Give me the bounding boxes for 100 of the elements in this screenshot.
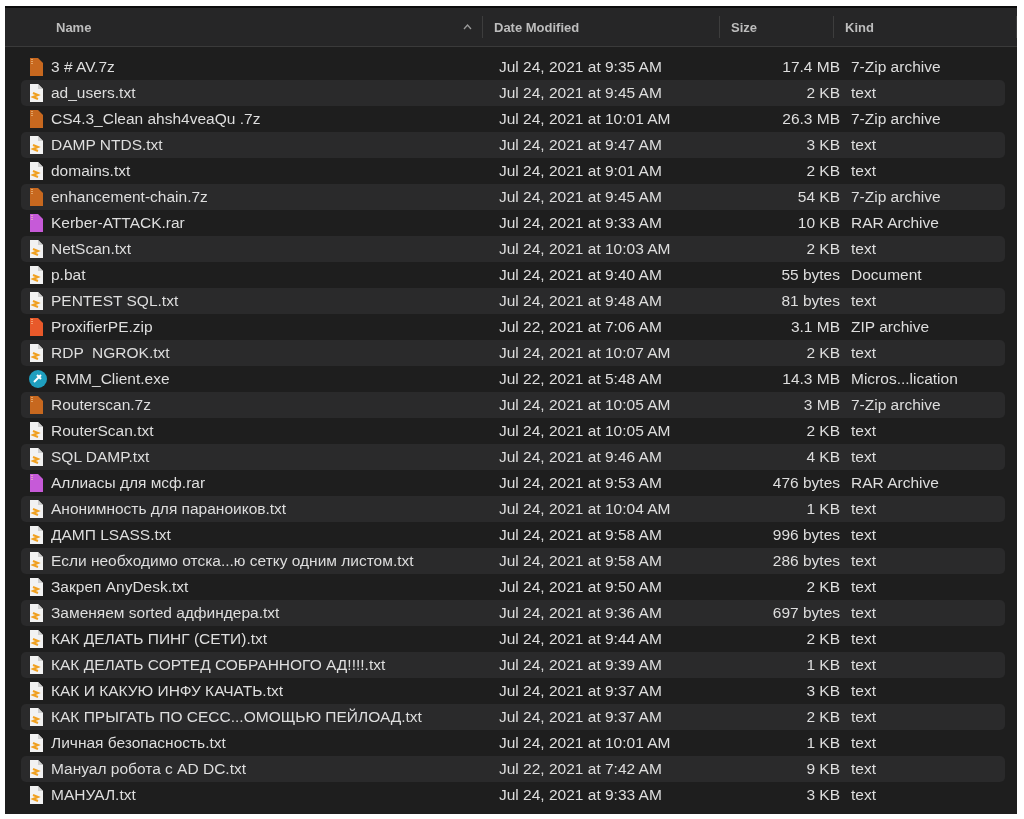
file-size: 1 KB: [805, 656, 841, 674]
text-file-icon: [29, 240, 43, 258]
file-name: Заменяем sorted адфиндера.txt: [51, 604, 280, 622]
date-modified: Jul 24, 2021 at 10:03 AM: [499, 240, 671, 257]
file-row[interactable]: Kerber-ATTACK.rar Jul 24, 2021 at 9:33 AM 10 KB RAR Archive: [21, 210, 1005, 236]
date-modified: Jul 24, 2021 at 9:33 AM: [499, 214, 662, 231]
file-name: Аллиасы для мсф.rar: [51, 474, 206, 492]
file-row[interactable]: enhancement-chain.7z Jul 24, 2021 at 9:45 AM 54 KB 7-Zip archive: [21, 184, 1005, 210]
file-name: p.bat: [51, 266, 86, 284]
file-row[interactable]: PENTEST SQL.txt Jul 24, 2021 at 9:48 AM 81 bytes text: [21, 288, 1005, 314]
file-size: 476 bytes: [771, 474, 841, 492]
date-modified: Jul 24, 2021 at 9:40 AM: [499, 266, 662, 283]
file-row[interactable]: КАК И КАКУЮ ИНФУ КАЧАТЬ.txt Jul 24, 2021 at 9:37 AM 3 KB text: [21, 678, 1005, 704]
file-row[interactable]: Мануал робота с AD DC.txt Jul 22, 2021 at 7:42 AM 9 KB text: [21, 756, 1005, 782]
file-size: 1 KB: [805, 734, 841, 752]
file-row[interactable]: ДАМП LSASS.txt Jul 24, 2021 at 9:58 AM 996 bytes text: [21, 522, 1005, 548]
archive-file-icon: [29, 188, 43, 206]
text-file-icon: [29, 266, 43, 284]
file-kind: text: [850, 786, 876, 803]
date-modified: Jul 24, 2021 at 10:01 AM: [499, 734, 671, 751]
file-size: 2 KB: [805, 240, 841, 258]
column-header[interactable]: Date Modified: [494, 19, 580, 35]
file-row[interactable]: Анонимность для параноиков.txt Jul 24, 2021 at 10:04 AM 1 KB text: [21, 496, 1005, 522]
column-header[interactable]: Name: [56, 19, 92, 35]
date-modified: Jul 24, 2021 at 9:58 AM: [499, 552, 662, 569]
column-header[interactable]: Size: [731, 19, 757, 35]
file-kind: text: [850, 630, 876, 647]
file-size: 81 bytes: [780, 292, 841, 310]
file-name: enhancement-chain.7z: [51, 188, 208, 206]
file-row[interactable]: DAMP NTDS.txt Jul 24, 2021 at 9:47 AM 3 KB text: [21, 132, 1005, 158]
archive-file-icon: [29, 214, 43, 232]
file-name: RMM_Client.exe: [55, 370, 170, 388]
file-row[interactable]: КАК ДЕЛАТЬ СОРТЕД СОБРАННОГО АД!!!!.txt Jul 24, 2021 at 9:39 AM 1 KB text: [21, 652, 1005, 678]
file-name: ProxifierPE.zip: [51, 318, 153, 336]
file-row[interactable]: RDP NGROK.txt Jul 24, 2021 at 10:07 AM 2 KB text: [21, 340, 1005, 366]
file-row[interactable]: Закреп AnyDesk.txt Jul 24, 2021 at 9:50 AM 2 KB text: [21, 574, 1005, 600]
file-size: 14.3 MB: [781, 370, 841, 388]
file-size: 996 bytes: [771, 526, 841, 544]
file-size: 3 MB: [802, 396, 841, 414]
text-file-icon: [29, 656, 43, 674]
file-size: 17.4 MB: [781, 58, 841, 76]
file-name: ДАМП LSASS.txt: [51, 526, 171, 544]
file-row[interactable]: КАК ПРЫГАТЬ ПО СЕСС...ОМОЩЬЮ ПЕЙЛОАД.txt Jul 24, 2021 at 9:37 AM 2 KB text: [21, 704, 1005, 730]
archive-file-icon: [29, 396, 43, 414]
file-row[interactable]: p.bat Jul 24, 2021 at 9:40 AM 55 bytes Document: [21, 262, 1005, 288]
file-size: 55 bytes: [780, 266, 841, 284]
text-file-icon: [29, 526, 43, 544]
file-size: 2 KB: [805, 84, 841, 102]
file-kind: RAR Archive: [850, 474, 939, 491]
date-modified: Jul 24, 2021 at 9:44 AM: [499, 630, 662, 647]
file-row[interactable]: Routerscan.7z Jul 24, 2021 at 10:05 AM 3 MB 7-Zip archive: [21, 392, 1005, 418]
date-modified: Jul 24, 2021 at 9:37 AM: [499, 682, 662, 699]
file-row[interactable]: RouterScan.txt Jul 24, 2021 at 10:05 AM 2 KB text: [21, 418, 1005, 444]
file-row[interactable]: domains.txt Jul 24, 2021 at 9:01 AM 2 KB text: [21, 158, 1005, 184]
file-kind: text: [850, 526, 876, 543]
file-row[interactable]: Если необходимо отска...ю сетку одним листом.txt Jul 24, 2021 at 9:58 AM 286 bytes text: [21, 548, 1005, 574]
file-kind: text: [850, 578, 876, 595]
file-size: 10 KB: [796, 214, 841, 232]
file-kind: text: [850, 708, 876, 725]
date-modified: Jul 24, 2021 at 9:36 AM: [499, 604, 662, 621]
file-size: 2 KB: [805, 708, 841, 726]
file-name: PENTEST SQL.txt: [51, 292, 179, 310]
file-row[interactable]: ProxifierPE.zip Jul 22, 2021 at 7:06 AM 3.1 MB ZIP archive: [21, 314, 1005, 340]
file-name: Routerscan.7z: [51, 396, 151, 414]
file-name: Мануал робота с AD DC.txt: [51, 760, 246, 778]
file-row[interactable]: Аллиасы для мсф.rar Jul 24, 2021 at 9:53 AM 476 bytes RAR Archive: [21, 470, 1005, 496]
file-name: КАК ДЕЛАТЬ ПИНГ (СЕТИ).txt: [51, 630, 268, 648]
file-kind: text: [850, 552, 876, 569]
file-kind: 7-Zip archive: [850, 188, 941, 205]
file-row[interactable]: SQL DAMP.txt Jul 24, 2021 at 9:46 AM 4 KB text: [21, 444, 1005, 470]
file-row[interactable]: Личная безопасность.txt Jul 24, 2021 at 10:01 AM 1 KB text: [21, 730, 1005, 756]
date-modified: Jul 24, 2021 at 9:35 AM: [499, 58, 662, 75]
text-file-icon: [29, 344, 43, 362]
file-size: 3 KB: [805, 786, 841, 804]
file-kind: text: [850, 344, 876, 361]
file-row[interactable]: ad_users.txt Jul 24, 2021 at 9:45 AM 2 KB text: [21, 80, 1005, 106]
file-row[interactable]: RMM_Client.exe Jul 22, 2021 at 5:48 AM 14.3 MB Micros...lication: [21, 366, 1005, 392]
file-name: Анонимность для параноиков.txt: [51, 500, 287, 518]
file-name: МАНУАЛ.txt: [51, 786, 136, 804]
file-size: 2 KB: [805, 162, 841, 180]
archive-file-icon: [29, 474, 43, 492]
file-kind: text: [850, 422, 876, 439]
file-row[interactable]: NetScan.txt Jul 24, 2021 at 10:03 AM 2 KB text: [21, 236, 1005, 262]
file-row[interactable]: МАНУАЛ.txt Jul 24, 2021 at 9:33 AM 3 KB text: [21, 782, 1005, 808]
file-row[interactable]: 3 # AV.7z Jul 24, 2021 at 9:35 AM 17.4 MB 7-Zip archive: [21, 54, 1005, 80]
text-file-icon: [29, 422, 43, 440]
file-row[interactable]: Заменяем sorted адфиндера.txt Jul 24, 2021 at 9:36 AM 697 bytes text: [21, 600, 1005, 626]
file-row[interactable]: КАК ДЕЛАТЬ ПИНГ (СЕТИ).txt Jul 24, 2021 at 9:44 AM 2 KB text: [21, 626, 1005, 652]
date-modified: Jul 22, 2021 at 7:42 AM: [499, 760, 662, 777]
file-size: 2 KB: [805, 630, 841, 648]
file-name: NetScan.txt: [51, 240, 132, 258]
file-kind: text: [850, 682, 876, 699]
date-modified: Jul 24, 2021 at 10:07 AM: [499, 344, 671, 361]
file-kind: text: [850, 656, 876, 673]
file-kind: text: [850, 500, 876, 517]
file-size: 697 bytes: [771, 604, 841, 622]
column-header[interactable]: Kind: [845, 19, 874, 35]
file-row[interactable]: CS4.3_Clean ahsh4veaQu .7z Jul 24, 2021 at 10:01 AM 26.3 MB 7-Zip archive: [21, 106, 1005, 132]
date-modified: Jul 24, 2021 at 9:45 AM: [499, 188, 662, 205]
text-file-icon: [29, 162, 43, 180]
